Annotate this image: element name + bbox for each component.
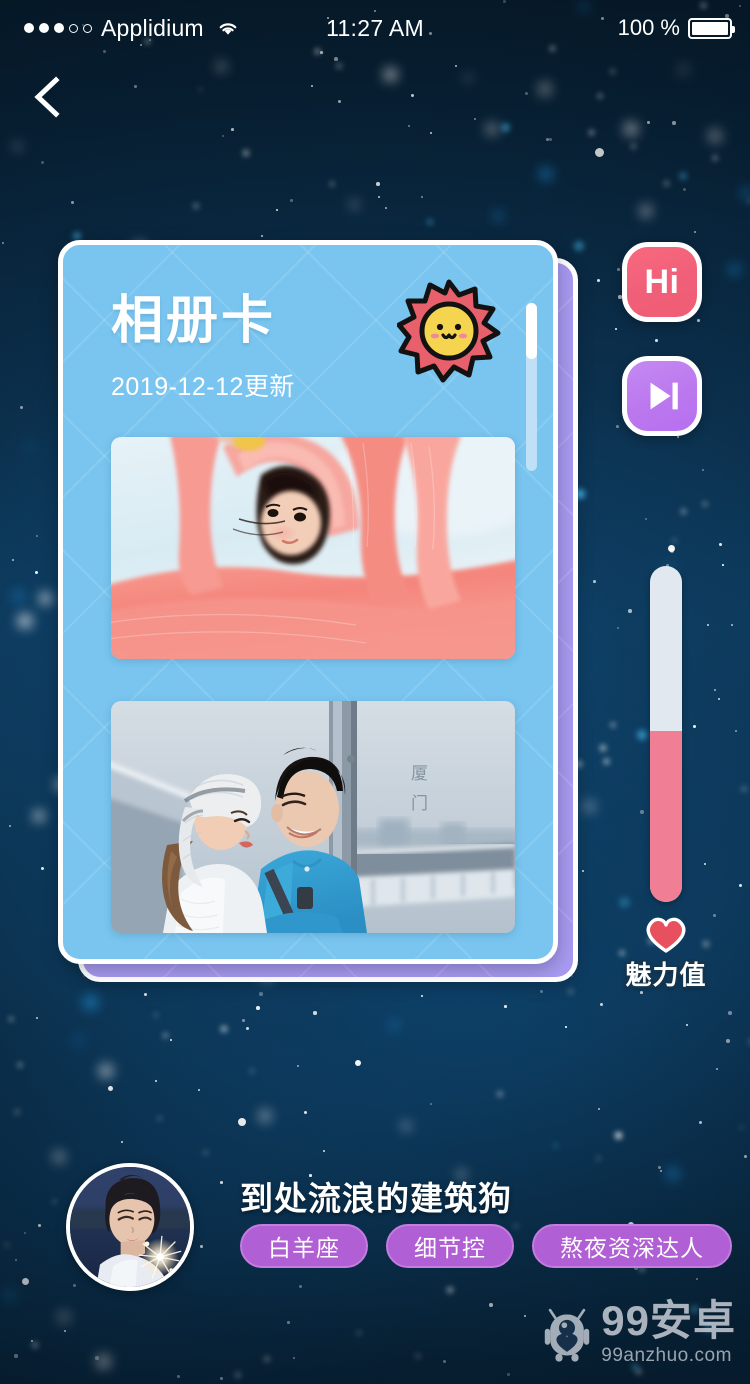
status-bar: Applidium 11:27 AM 100 % [0, 0, 750, 56]
profile-tag[interactable]: 熬夜资深达人 [532, 1224, 732, 1268]
scrollbar-thumb[interactable] [526, 303, 537, 359]
charm-gauge-label: 魅力值 [625, 960, 707, 990]
album-card[interactable]: 相册卡 2019-12-12更新 厦 门 [58, 240, 558, 964]
card-title: 相册卡 [111, 292, 277, 350]
watermark-url: 99anzhuo.com [601, 1344, 732, 1366]
hi-button-label: Hi [644, 262, 680, 301]
back-button[interactable] [18, 66, 80, 128]
watermark-text: 99安卓 99anzhuo.com [601, 1296, 736, 1371]
avatar-girl-sparkler [70, 1167, 190, 1287]
robot-mascot-icon [545, 1308, 590, 1362]
profile-tag-list: 白羊座 细节控 熬夜资深达人 [240, 1224, 732, 1268]
charm-gauge-fill [650, 730, 682, 902]
card-scrollbar[interactable] [526, 303, 537, 471]
avatar[interactable] [66, 1163, 194, 1291]
chevron-left-icon [34, 76, 60, 118]
profile-tag[interactable]: 白羊座 [240, 1224, 368, 1268]
app-screen: Applidium 11:27 AM 100 % 相册卡 2019-12-12更… [0, 0, 750, 1384]
profile-username: 到处流浪的建筑狗 [240, 1180, 512, 1217]
list-item[interactable]: 厦 门 [111, 701, 515, 933]
profile-tag[interactable]: 细节控 [386, 1224, 514, 1268]
watermark: 99安卓 99anzhuo.com [543, 1296, 736, 1371]
hi-button[interactable]: Hi [622, 242, 702, 322]
status-bar-right: 100 % [617, 15, 735, 41]
sun-face-icon [396, 279, 501, 383]
battery-icon [688, 17, 735, 39]
skip-next-icon [650, 382, 678, 410]
photo-girl-pink-fabric [111, 437, 515, 659]
card-subtitle: 2019-12-12更新 [111, 373, 295, 401]
svg-text:厦: 厦 [411, 764, 429, 783]
battery-percent-label: 100 % [617, 15, 680, 40]
heart-icon [642, 912, 690, 954]
list-item[interactable] [111, 437, 515, 659]
next-button[interactable] [622, 356, 702, 436]
svg-text:门: 门 [411, 794, 429, 813]
watermark-title: 99安卓 [601, 1296, 736, 1344]
photo-couple-bridge: 厦 门 [111, 701, 515, 933]
charm-gauge[interactable] [650, 566, 682, 902]
